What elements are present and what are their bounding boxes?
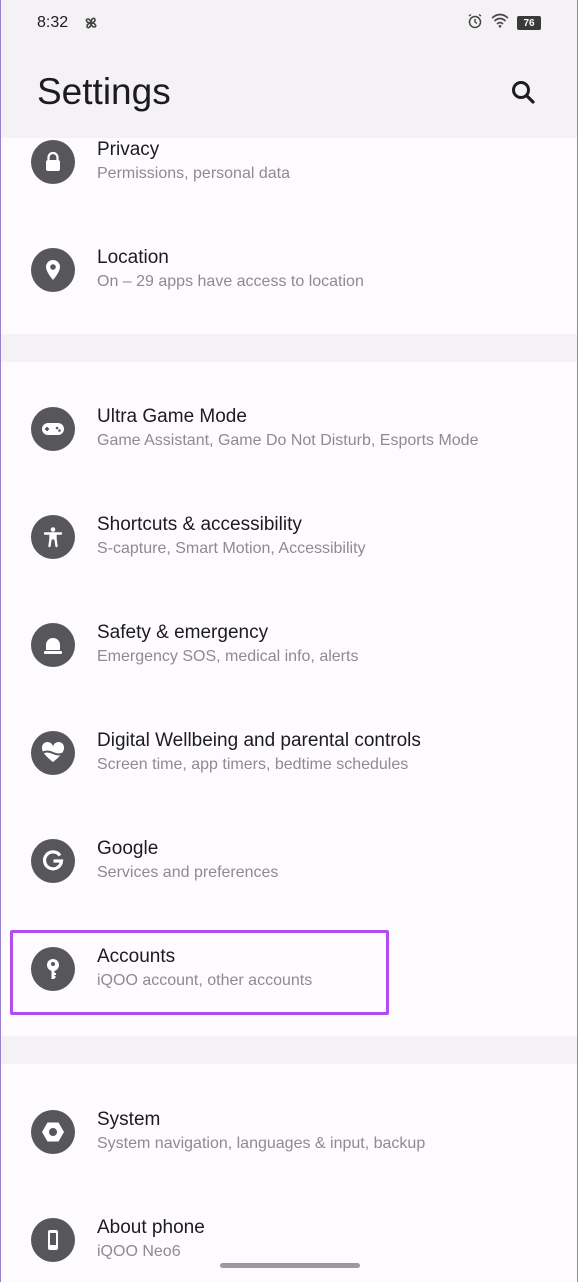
item-subtitle: S-capture, Smart Motion, Accessibility — [97, 540, 366, 557]
system-hexagon-icon — [31, 1110, 75, 1154]
item-subtitle: Services and preferences — [97, 864, 279, 881]
settings-item-google[interactable]: Google Services and preferences — [1, 807, 577, 915]
settings-item-privacy[interactable]: Privacy Permissions, personal data — [1, 108, 577, 216]
search-icon — [512, 81, 535, 104]
status-bar: 8:32 76 — [1, 0, 577, 46]
status-time: 8:32 — [37, 14, 69, 31]
settings-item-system[interactable]: System System navigation, languages & in… — [1, 1078, 577, 1186]
lock-icon — [31, 140, 75, 184]
settings-item-location[interactable]: Location On – 29 apps have access to loc… — [1, 216, 577, 324]
heart-icon — [31, 731, 75, 775]
settings-item-shortcuts-accessibility[interactable]: Shortcuts & accessibility S-capture, Sma… — [1, 483, 577, 591]
item-subtitle: Screen time, app timers, bedtime schedul… — [97, 756, 409, 773]
accounts-highlight-frame — [10, 930, 389, 1015]
settings-group-system: System System navigation, languages & in… — [1, 1064, 577, 1282]
item-title: Privacy — [97, 139, 160, 160]
item-title: Ultra Game Mode — [97, 406, 247, 427]
battery-icon: 76 — [517, 16, 541, 30]
emergency-light-icon — [31, 623, 75, 667]
settings-item-safety-emergency[interactable]: Safety & emergency Emergency SOS, medica… — [1, 591, 577, 699]
settings-item-digital-wellbeing[interactable]: Digital Wellbeing and parental controls … — [1, 699, 577, 807]
item-title: Location — [97, 247, 169, 268]
item-title: About phone — [97, 1217, 205, 1238]
item-title: Shortcuts & accessibility — [97, 514, 302, 535]
page-title: Settings — [37, 71, 171, 112]
settings-group-privacy: Privacy Permissions, personal data Locat… — [1, 138, 577, 334]
phone-icon — [31, 1218, 75, 1262]
item-title: Google — [97, 838, 159, 859]
settings-item-ultra-game-mode[interactable]: Ultra Game Mode Game Assistant, Game Do … — [1, 375, 577, 483]
item-subtitle: iQOO Neo6 — [97, 1243, 181, 1260]
item-subtitle: Game Assistant, Game Do Not Disturb, Esp… — [97, 432, 479, 449]
item-subtitle: Permissions, personal data — [97, 165, 290, 182]
pinwheel-icon — [82, 14, 100, 32]
location-pin-icon — [31, 248, 75, 292]
item-title: Safety & emergency — [97, 622, 269, 643]
item-subtitle: Emergency SOS, medical info, alerts — [97, 648, 359, 665]
item-title: System — [97, 1109, 161, 1130]
alarm-icon — [467, 13, 483, 34]
accessibility-icon — [31, 515, 75, 559]
gamepad-icon — [31, 407, 75, 451]
item-title: Digital Wellbeing and parental controls — [97, 730, 421, 751]
wifi-icon — [491, 13, 509, 33]
item-subtitle: On – 29 apps have access to location — [97, 273, 364, 290]
google-g-icon — [31, 839, 75, 883]
home-indicator[interactable] — [220, 1263, 360, 1268]
item-subtitle: System navigation, languages & input, ba… — [97, 1135, 426, 1152]
